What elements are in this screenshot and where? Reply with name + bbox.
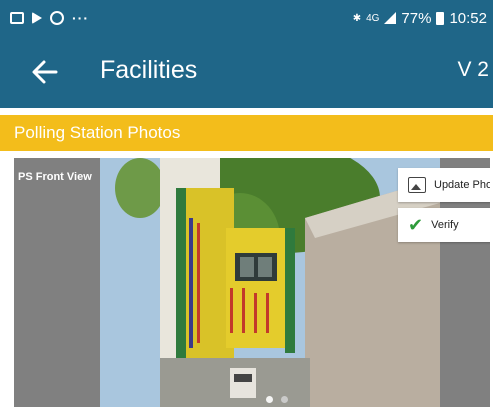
update-photo-icon [408, 177, 426, 193]
battery-percent: 77% [401, 9, 432, 27]
app-bar: Facilities V 2 [0, 36, 493, 108]
back-button[interactable] [30, 58, 60, 86]
play-icon [32, 12, 42, 24]
network-type: 4G [366, 12, 380, 24]
status-bar: ··· ✱ 4G 77% 10:52 [0, 0, 493, 36]
section-title: Polling Station Photos [14, 123, 181, 142]
status-bar-right: ✱ 4G 77% 10:52 [353, 10, 487, 27]
carousel-indicator [266, 396, 288, 403]
check-icon: ✔ [408, 214, 424, 235]
app-version: V 2 [457, 58, 489, 81]
status-bar-left: ··· [10, 10, 89, 26]
battery-icon [436, 11, 445, 25]
polling-station-photo[interactable] [100, 158, 440, 407]
photo-image [100, 158, 440, 407]
back-arrow-icon [32, 60, 58, 84]
verify-button[interactable]: ✔ Verify [398, 208, 490, 242]
bluetooth-icon: ✱ [352, 12, 362, 24]
update-photo-label: Update Photo [434, 179, 490, 191]
whatsapp-icon [50, 11, 64, 25]
image-icon [10, 12, 24, 24]
update-photo-button[interactable]: Update Photo [398, 168, 490, 202]
verify-label: Verify [431, 219, 459, 231]
carousel-dot-1[interactable] [266, 396, 273, 403]
clock: 10:52 [449, 9, 487, 27]
photo-label: PS Front View [18, 171, 92, 183]
photo-section: PS Front View Update Pho ✔ Verify [0, 158, 493, 407]
photo-frame[interactable]: PS Front View Update Pho ✔ Verify [14, 158, 490, 407]
section-header: Polling Station Photos [0, 115, 493, 151]
page-title: Facilities [100, 56, 198, 84]
signal-icon [384, 12, 397, 24]
carousel-dot-2[interactable] [281, 396, 288, 403]
more-icon: ··· [72, 10, 89, 26]
